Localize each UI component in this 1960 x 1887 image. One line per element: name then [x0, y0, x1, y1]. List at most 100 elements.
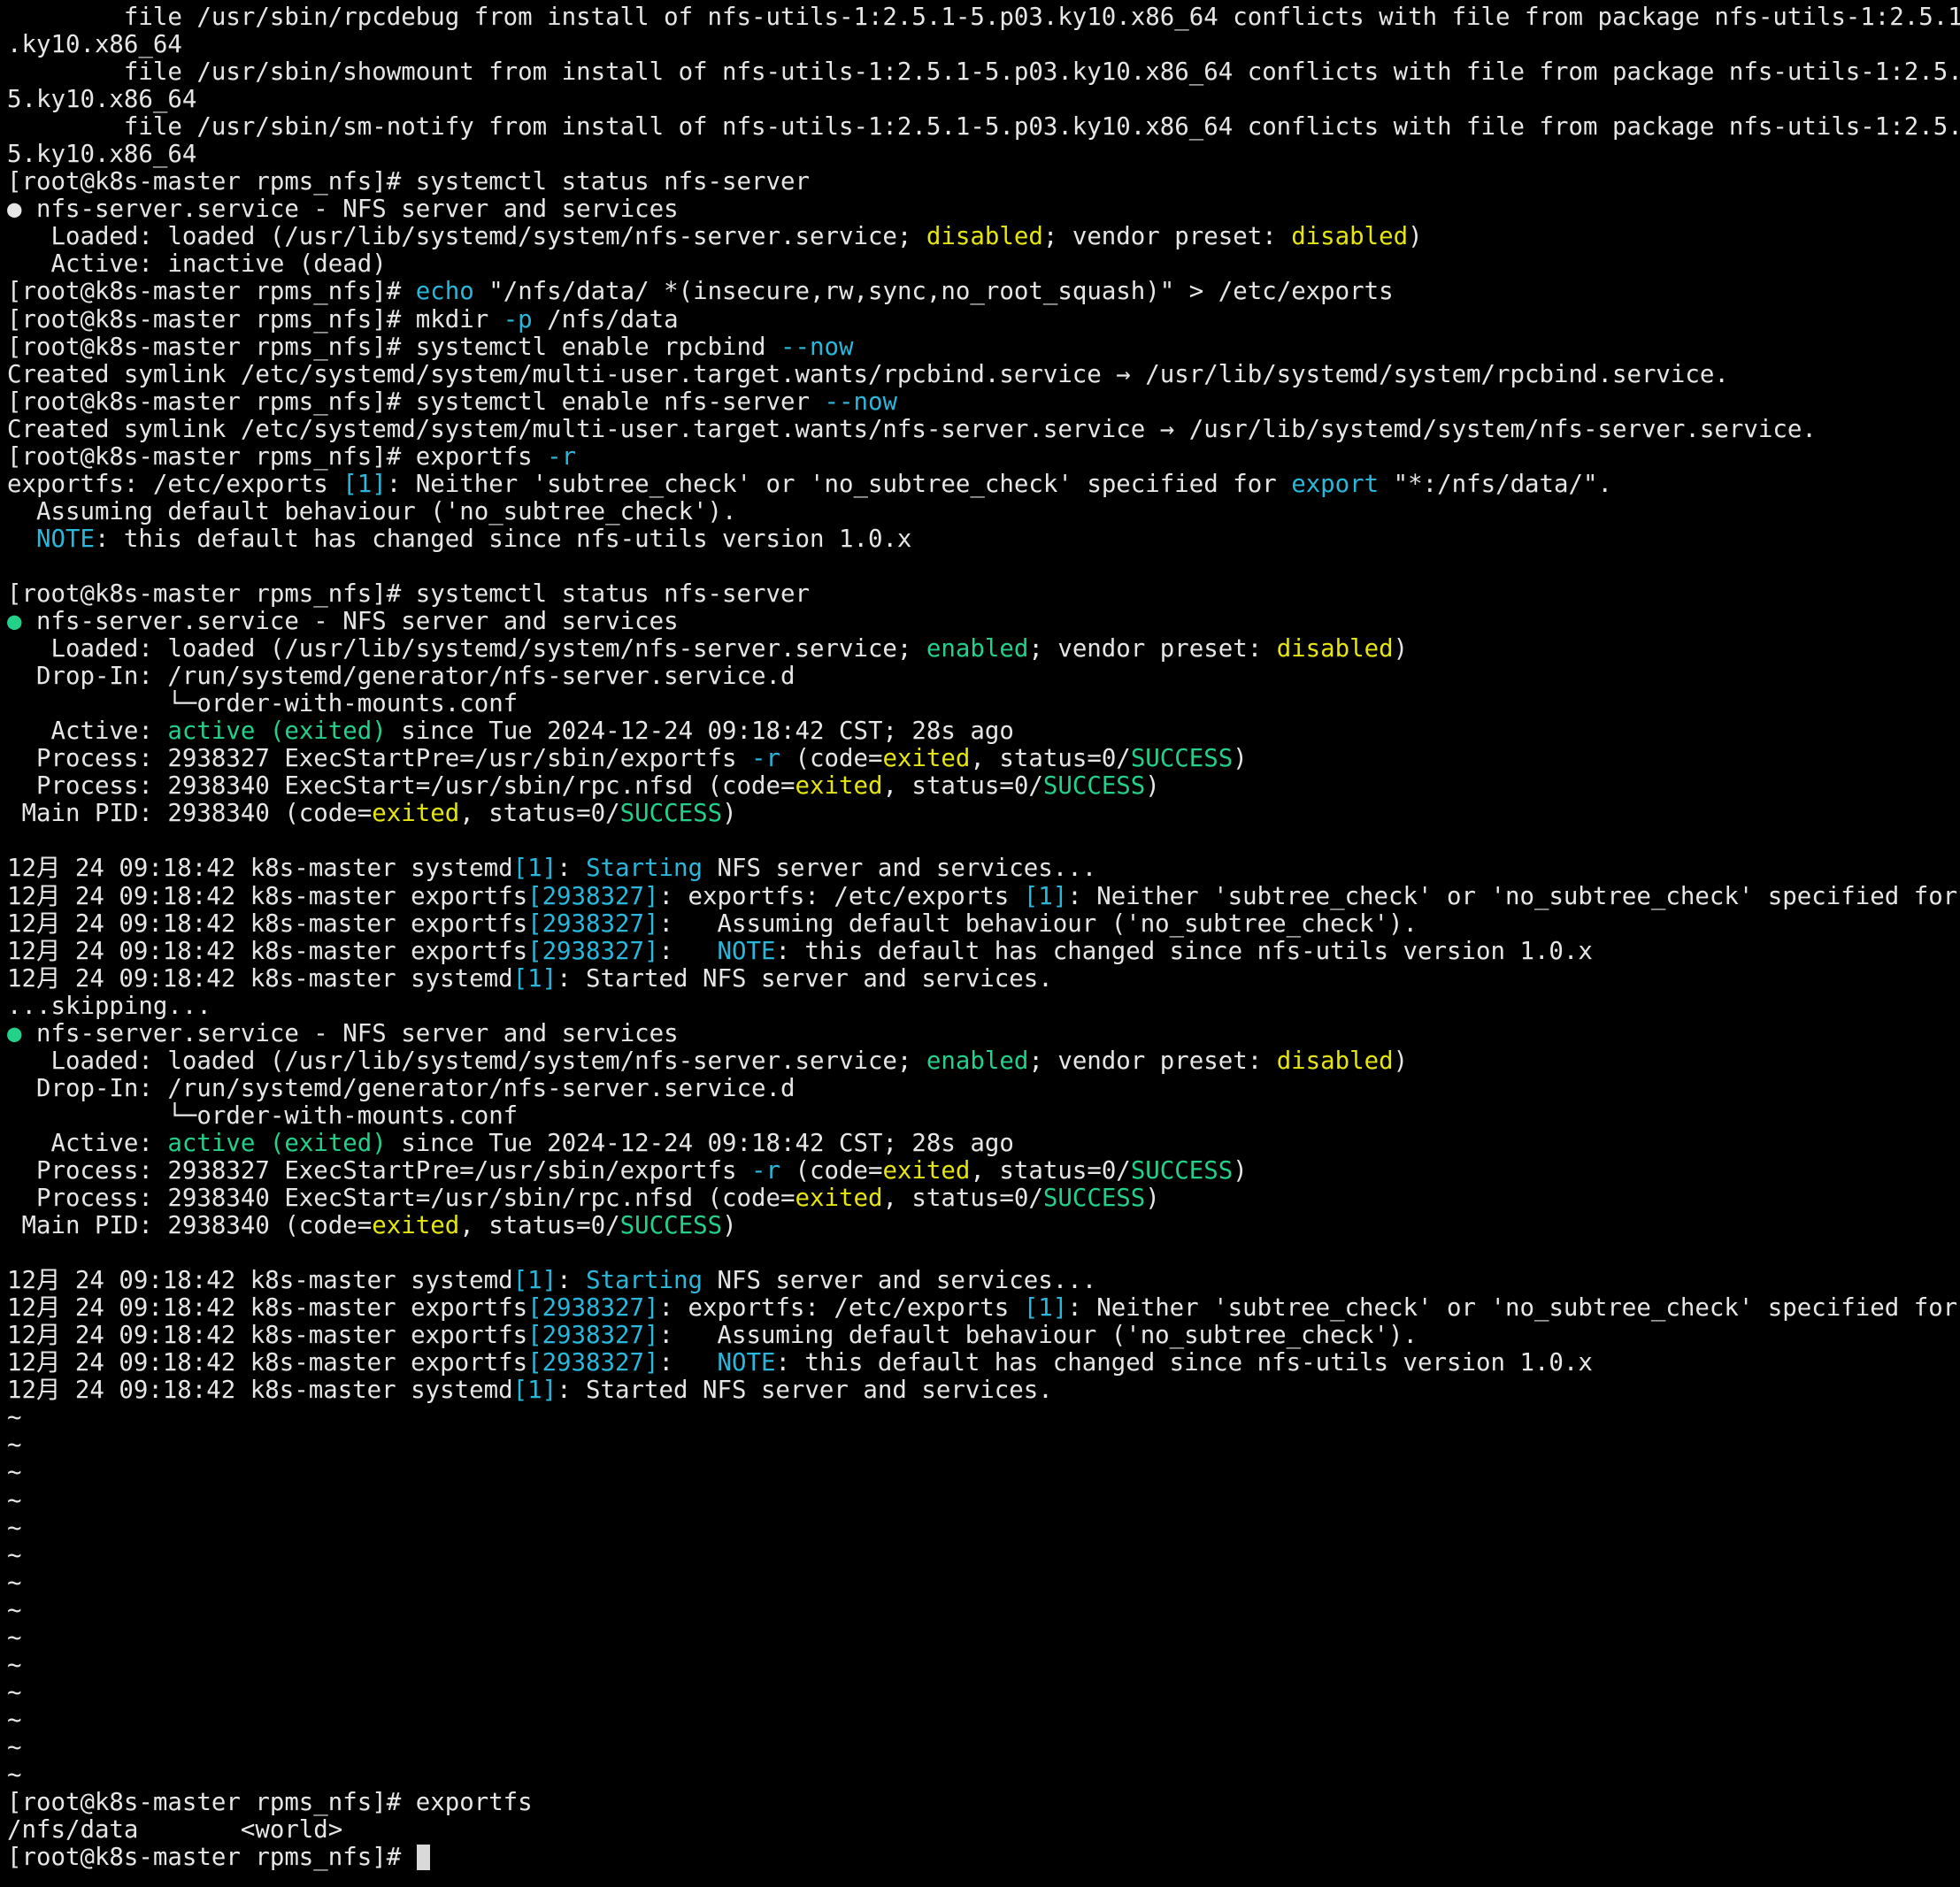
terminal-text: [root@k8s-master rpms_nfs]# — [7, 1844, 416, 1872]
highlighted-text: SUCCESS — [619, 800, 723, 828]
terminal-line: Process: 2938340 ExecStart=/usr/sbin/rpc… — [7, 1185, 1960, 1212]
terminal-text: ~ — [7, 1678, 22, 1707]
terminal-text: Created symlink /etc/systemd/system/mult… — [7, 360, 1729, 388]
terminal-text: Assuming default behaviour ('no_subtree_… — [7, 497, 737, 525]
terminal-line: Drop-In: /run/systemd/generator/nfs-serv… — [7, 1075, 1960, 1102]
terminal-text: nfs-server.service - NFS server and serv… — [21, 608, 679, 636]
terminal-line: ● nfs-server.service - NFS server and se… — [7, 1020, 1960, 1047]
terminal-text: Process: 2938327 ExecStartPre=/usr/sbin/… — [7, 745, 752, 773]
highlighted-text: NOTE — [717, 937, 776, 965]
terminal-line: Assuming default behaviour ('no_subtree_… — [7, 498, 1960, 525]
terminal-text: [root@k8s-master rpms_nfs]# systemctl en… — [7, 387, 825, 416]
terminal-text: ~ — [7, 1514, 22, 1542]
terminal-line: ~ — [7, 1515, 1960, 1542]
terminal-line: [root@k8s-master rpms_nfs]# mkdir -p /nf… — [7, 306, 1960, 334]
terminal-line: ~ — [7, 1487, 1960, 1515]
terminal-line: ~ — [7, 1707, 1960, 1734]
terminal-text: Process: 2938327 ExecStartPre=/usr/sbin/… — [7, 1156, 752, 1185]
terminal-text: : Started NFS server and services. — [557, 1377, 1053, 1405]
terminal-line: Process: 2938340 ExecStart=/usr/sbin/rpc… — [7, 772, 1960, 800]
terminal-text: ...skipping... — [7, 992, 211, 1020]
terminal-line: Loaded: loaded (/usr/lib/systemd/system/… — [7, 1047, 1960, 1075]
terminal-text: ~ — [7, 1486, 22, 1515]
highlighted-text: exited — [795, 772, 883, 801]
terminal-text: ; vendor preset: — [1042, 223, 1292, 251]
terminal-text: : this default has changed since nfs-uti… — [775, 1349, 1593, 1377]
terminal-line: ● nfs-server.service - NFS server and se… — [7, 196, 1960, 223]
highlighted-text: exited — [882, 745, 971, 773]
terminal-line: [root@k8s-master rpms_nfs]# — [7, 1844, 1960, 1871]
terminal-text: Drop-In: /run/systemd/generator/nfs-serv… — [7, 663, 796, 691]
highlighted-text: enabled — [926, 1047, 1029, 1075]
terminal-line: Main PID: 2938340 (code=exited, status=0… — [7, 1212, 1960, 1239]
highlighted-text: [1] — [512, 855, 557, 883]
terminal-text: : — [658, 937, 718, 965]
highlighted-text: -p — [503, 305, 533, 334]
terminal-text: Loaded: loaded (/usr/lib/systemd/system/… — [7, 223, 926, 251]
terminal-text: file /usr/sbin/sm-notify from install of… — [7, 113, 1960, 142]
terminal-text: 12月 24 09:18:42 k8s-master exportfs — [7, 909, 528, 938]
terminal-text: ~ — [7, 1569, 22, 1597]
terminal-text: ~ — [7, 1623, 22, 1652]
terminal-line: [root@k8s-master rpms_nfs]# exportfs -r — [7, 443, 1960, 471]
highlighted-text: [1] — [1023, 882, 1068, 910]
terminal-text: Loaded: loaded (/usr/lib/systemd/system/… — [7, 635, 926, 664]
terminal-text: file /usr/sbin/rpcdebug from install of … — [7, 4, 1960, 31]
terminal-text: /nfs/data — [532, 305, 679, 334]
terminal-line: Process: 2938327 ExecStartPre=/usr/sbin/… — [7, 1157, 1960, 1185]
terminal-line: [root@k8s-master rpms_nfs]# exportfs — [7, 1789, 1960, 1816]
highlighted-text: Starting — [586, 855, 703, 883]
terminal-text: NFS server and services... — [703, 1267, 1097, 1295]
terminal-text: since Tue 2024-12-24 09:18:42 CST; 28s a… — [386, 717, 1014, 746]
terminal-text: : exportfs: /etc/exports — [658, 882, 1024, 910]
terminal-text: ~ — [7, 1706, 22, 1734]
terminal-line: ~ — [7, 1542, 1960, 1569]
terminal-line: └─order-with-mounts.conf — [7, 690, 1960, 717]
highlighted-text: -r — [547, 442, 577, 471]
terminal-text: : this default has changed since nfs-uti… — [94, 525, 912, 553]
terminal-line: 5.ky10.x86_64 — [7, 86, 1960, 113]
highlighted-text: disabled — [1276, 635, 1394, 664]
highlighted-text: SUCCESS — [1042, 1185, 1146, 1213]
terminal-text: : exportfs: /etc/exports — [658, 1294, 1024, 1323]
highlighted-text: exited — [372, 1212, 460, 1240]
terminal-line: 12月 24 09:18:42 k8s-master exportfs[2938… — [7, 883, 1960, 910]
terminal-line: ~ — [7, 1431, 1960, 1459]
terminal-line: /nfs/data <world> — [7, 1816, 1960, 1844]
terminal-text: : Assuming default behaviour ('no_subtre… — [658, 909, 1418, 938]
terminal-line: 12月 24 09:18:42 k8s-master exportfs[2938… — [7, 938, 1960, 965]
terminal-text: , status=0/ — [970, 1156, 1131, 1185]
terminal-text: └─order-with-mounts.conf — [7, 1101, 519, 1130]
terminal-text: ~ — [7, 1404, 22, 1432]
status-dot-icon: ● — [7, 608, 22, 636]
terminal-text: Active: — [7, 1129, 168, 1157]
terminal-text: ) — [722, 800, 737, 828]
terminal-line: Created symlink /etc/systemd/system/mult… — [7, 416, 1960, 443]
highlighted-text: NOTE — [717, 1349, 776, 1377]
terminal-text: ) — [1408, 223, 1423, 251]
terminal-line: Loaded: loaded (/usr/lib/systemd/system/… — [7, 223, 1960, 250]
terminal-line: ~ — [7, 1624, 1960, 1652]
terminal-line: file /usr/sbin/sm-notify from install of… — [7, 113, 1960, 141]
terminal-line: Created symlink /etc/systemd/system/mult… — [7, 361, 1960, 388]
highlighted-text: disabled — [1276, 1047, 1394, 1075]
terminal-text: 12月 24 09:18:42 k8s-master exportfs — [7, 1349, 528, 1377]
terminal-line: 12月 24 09:18:42 k8s-master systemd[1]: S… — [7, 965, 1960, 993]
highlighted-text: [2938327] — [527, 1349, 659, 1377]
terminal-line: file /usr/sbin/rpcdebug from install of … — [7, 4, 1960, 31]
highlighted-text: echo — [415, 278, 474, 306]
terminal-text: [root@k8s-master rpms_nfs]# — [7, 278, 416, 306]
terminal-line: ● nfs-server.service - NFS server and se… — [7, 608, 1960, 635]
terminal-text: : Assuming default behaviour ('no_subtre… — [658, 1322, 1418, 1350]
terminal-line: 12月 24 09:18:42 k8s-master exportfs[2938… — [7, 910, 1960, 938]
terminal-text: ~ — [7, 1761, 22, 1789]
terminal-text: , status=0/ — [970, 745, 1131, 773]
terminal-window[interactable]: file /usr/sbin/rpcdebug from install of … — [0, 0, 1960, 1887]
terminal-text: Main PID: 2938340 (code= — [7, 1212, 373, 1240]
terminal-cursor[interactable] — [416, 1845, 430, 1871]
terminal-line: 12月 24 09:18:42 k8s-master exportfs[2938… — [7, 1349, 1960, 1377]
terminal-line: ~ — [7, 1569, 1960, 1597]
highlighted-text: [1] — [512, 964, 557, 993]
